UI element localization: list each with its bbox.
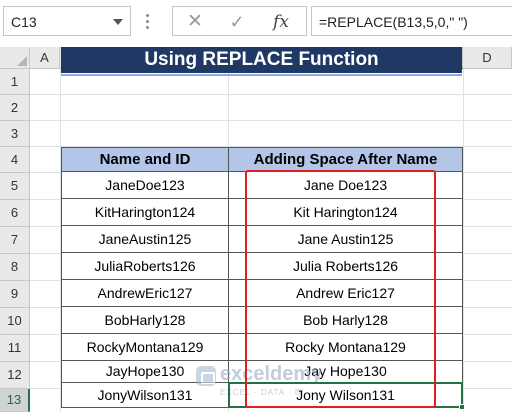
row-header-12[interactable]: 12 [0,362,30,389]
enter-icon[interactable]: ✓ [219,9,255,35]
sheet-title: Using REPLACE Function [61,47,462,73]
table-cell-name-id[interactable]: KitHarington124 [61,199,229,226]
row-header-9[interactable]: 9 [0,281,30,308]
column-header-a[interactable]: A [30,47,60,69]
formula-bar: C13 ✕ ✓ fx =REPLACE(B13,5,0," ") [0,0,512,45]
insert-function-icon[interactable]: fx [263,9,299,35]
row-header-2[interactable]: 2 [0,95,30,121]
table-header-adding-space[interactable]: Adding Space After Name [228,147,463,172]
table-cell-name-id[interactable]: BobHarly128 [61,307,229,334]
gridline [30,94,512,95]
drag-handle-icon[interactable] [146,12,150,30]
table-cell-name-id[interactable]: AndrewEric127 [61,280,229,307]
table-header-name-id[interactable]: Name and ID [61,147,229,172]
cancel-icon[interactable]: ✕ [177,9,213,35]
table-cell-name-id[interactable]: JuliaRoberts126 [61,253,229,280]
row-header-11[interactable]: 11 [0,335,30,362]
table-cell-name-id[interactable]: RockyMontana129 [61,334,229,361]
row-header-10[interactable]: 10 [0,308,30,335]
name-box-value: C13 [11,14,37,30]
table-cell-name-id[interactable]: JaneDoe123 [61,172,229,199]
row-header-5[interactable]: 5 [0,173,30,200]
result-highlight-box [245,170,436,408]
column-header-d[interactable]: D [463,47,512,69]
name-box[interactable]: C13 [3,6,131,36]
select-all-button[interactable] [0,47,30,69]
row-header-4[interactable]: 4 [0,147,30,173]
row-header-6[interactable]: 6 [0,200,30,227]
row-header-7[interactable]: 7 [0,227,30,254]
row-header-8[interactable]: 8 [0,254,30,281]
row-header-13[interactable]: 13 [0,389,30,412]
formula-text: =REPLACE(B13,5,0," ") [319,14,468,30]
row-header-1[interactable]: 1 [0,69,30,95]
title-underline [61,74,462,76]
chevron-down-icon[interactable] [113,19,123,25]
fill-handle[interactable] [459,404,465,410]
exceldemy-logo-icon [196,366,216,386]
formula-input[interactable]: =REPLACE(B13,5,0," ") [311,6,512,36]
gridline [30,120,512,121]
row-header-3[interactable]: 3 [0,121,30,147]
select-all-icon [17,56,27,66]
table-cell-name-id[interactable]: JaneAustin125 [61,226,229,253]
formula-buttons: ✕ ✓ fx [172,6,307,36]
